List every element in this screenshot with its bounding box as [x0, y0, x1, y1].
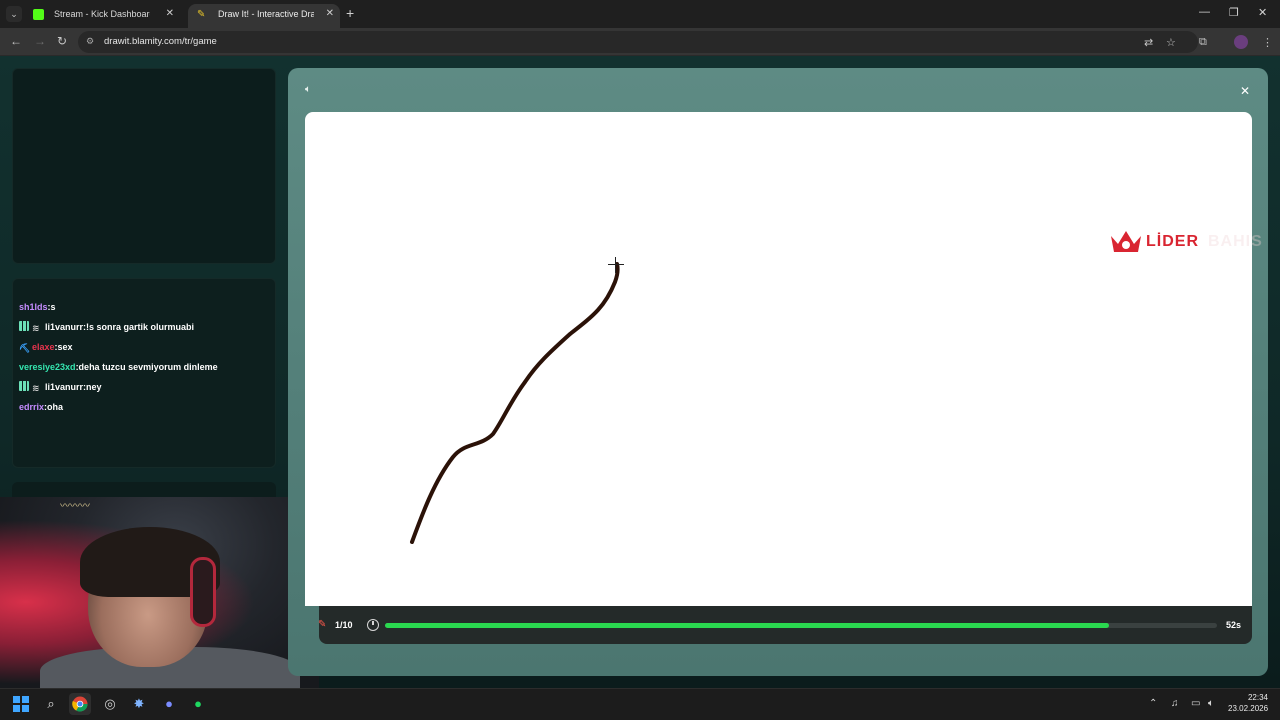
pencil-favicon-icon: ✎: [197, 9, 206, 20]
translate-icon[interactable]: ⇄: [1144, 36, 1153, 49]
tab-label: Stream - Kick Dashboard: [54, 9, 150, 19]
chat-panel: sh1lds:s ≋ li1vanurr:!s sonra gartik olurm…: [12, 278, 276, 468]
tab-strip: ⌄ Stream - Kick Dashboard ✕ ✎ Draw It! -…: [0, 0, 1280, 28]
tab-close-icon[interactable]: ✕: [166, 4, 174, 24]
reload-icon[interactable]: ↻: [57, 34, 67, 48]
tab-kick-dashboard[interactable]: Stream - Kick Dashboard ✕: [24, 4, 180, 28]
subscriber-badge-icon: [19, 381, 29, 391]
chat-message-list: sh1lds:s ≋ li1vanurr:!s sonra gartik olurm…: [19, 299, 273, 427]
chat-username[interactable]: li1vanurr: [45, 322, 83, 332]
logo-text-secondary: BAHIS: [1208, 233, 1263, 250]
chat-username[interactable]: sh1lds: [19, 302, 48, 312]
neon-sign: 〰〰〰: [60, 501, 90, 512]
time-progress-bar: [385, 623, 1217, 628]
tray-chevron-icon[interactable]: ⌃: [1149, 698, 1157, 709]
site-info-icon[interactable]: ⚙: [86, 36, 98, 48]
clock-date: 23.02.2026: [1228, 704, 1269, 713]
subscriber-badge-icon: [19, 321, 29, 331]
webcam-feed: 〰〰〰: [0, 497, 319, 688]
windows-start-icon[interactable]: [13, 696, 29, 712]
headphone-icon: [190, 557, 216, 627]
url-text: drawit.blamity.com/tr/game: [104, 36, 217, 47]
clock-time: 22:34: [1247, 693, 1268, 702]
chat-text: :!s sonra gartik olurmuabi: [83, 322, 195, 332]
chat-username[interactable]: li1vanurr: [45, 382, 83, 392]
bookmark-star-icon[interactable]: ☆: [1166, 36, 1176, 49]
chat-message: ≋ li1vanurr:!s sonra gartik olurmuabi: [19, 319, 273, 339]
tab-draw-it[interactable]: ✎ Draw It! - Interactive Drawing G ✕: [188, 4, 340, 28]
browser-menu-icon[interactable]: ⋮: [1262, 36, 1273, 49]
gift-badge-icon: ≋: [32, 383, 40, 393]
chrome-icon[interactable]: [69, 693, 91, 715]
restore-icon[interactable]: ❐: [1229, 6, 1239, 19]
time-left: 52s: [1226, 620, 1242, 630]
window-close-icon[interactable]: ✕: [1258, 6, 1267, 19]
network-icon[interactable]: ▭: [1191, 698, 1200, 709]
chat-message: ≋ li1vanurr:ney: [19, 379, 273, 399]
crown-logo-icon: [1111, 231, 1141, 252]
discord-icon[interactable]: ●: [158, 693, 180, 715]
chat-text: :s: [47, 302, 56, 312]
microphone-icon[interactable]: ♫: [1171, 698, 1179, 709]
kick-favicon-icon: [33, 9, 44, 20]
pencil-icon: ✎: [318, 619, 327, 630]
chat-text: :sex: [54, 342, 73, 352]
search-icon[interactable]: ⌕: [40, 693, 62, 715]
chat-username[interactable]: edrrix: [19, 402, 44, 412]
chat-text: :deha tuzcu sevmiyorum dinleme: [75, 362, 218, 372]
chat-message: edrrix:oha: [19, 399, 273, 419]
chat-text: :oha: [44, 402, 64, 412]
empty-overlay-panel: [12, 68, 276, 264]
chat-username[interactable]: veresiye23xd: [19, 362, 76, 372]
volume-icon[interactable]: 🔈︎: [1208, 698, 1214, 709]
crosshair-cursor-icon: [608, 257, 624, 273]
minimize-icon[interactable]: —: [1199, 6, 1210, 18]
round-counter: 1/10: [335, 620, 353, 630]
chat-text: :ney: [83, 382, 102, 392]
tab-close-icon[interactable]: ✕: [326, 4, 334, 24]
logo-text-primary: LİDER: [1146, 233, 1199, 250]
sound-icon[interactable]: 🔈︎: [305, 84, 319, 98]
new-tab-button[interactable]: +: [346, 5, 354, 21]
gift-badge-icon: ≋: [32, 323, 40, 333]
chat-message: sh1lds:s: [19, 299, 273, 319]
system-clock[interactable]: 22:34 23.02.2026: [1228, 692, 1268, 714]
chat-username[interactable]: elaxe: [32, 342, 55, 352]
close-icon[interactable]: ✕: [1238, 84, 1252, 98]
extensions-icon[interactable]: ⧉: [1199, 36, 1207, 49]
tab-label: Draw It! - Interactive Drawing G: [218, 9, 314, 19]
app-gear-icon[interactable]: ✸: [128, 693, 150, 715]
tab-search-button[interactable]: ⌄: [6, 6, 22, 22]
forward-icon[interactable]: →: [34, 34, 46, 48]
time-progress-fill: [385, 623, 1109, 628]
profile-avatar[interactable]: [1234, 35, 1248, 49]
chat-message: ⛏ elaxe:sex: [19, 339, 273, 359]
back-icon[interactable]: ←: [10, 34, 22, 48]
sponsor-logo: LİDER BAHIS: [1108, 228, 1270, 256]
drawn-stroke: [410, 262, 620, 544]
timer-icon: [367, 619, 379, 631]
chat-message: veresiye23xd:deha tuzcu sevmiyorum dinle…: [19, 359, 273, 379]
address-bar[interactable]: ⚙ drawit.blamity.com/tr/game: [78, 31, 1198, 53]
drawing-stroke-layer: [410, 262, 620, 544]
pickaxe-badge-icon: ⛏: [19, 343, 31, 353]
browser-toolbar: ← → ↻ ⚙ drawit.blamity.com/tr/game ⇄ ☆ ⧉…: [0, 28, 1280, 56]
spotify-icon[interactable]: ●: [187, 693, 209, 715]
obs-icon[interactable]: ◎: [99, 693, 121, 715]
